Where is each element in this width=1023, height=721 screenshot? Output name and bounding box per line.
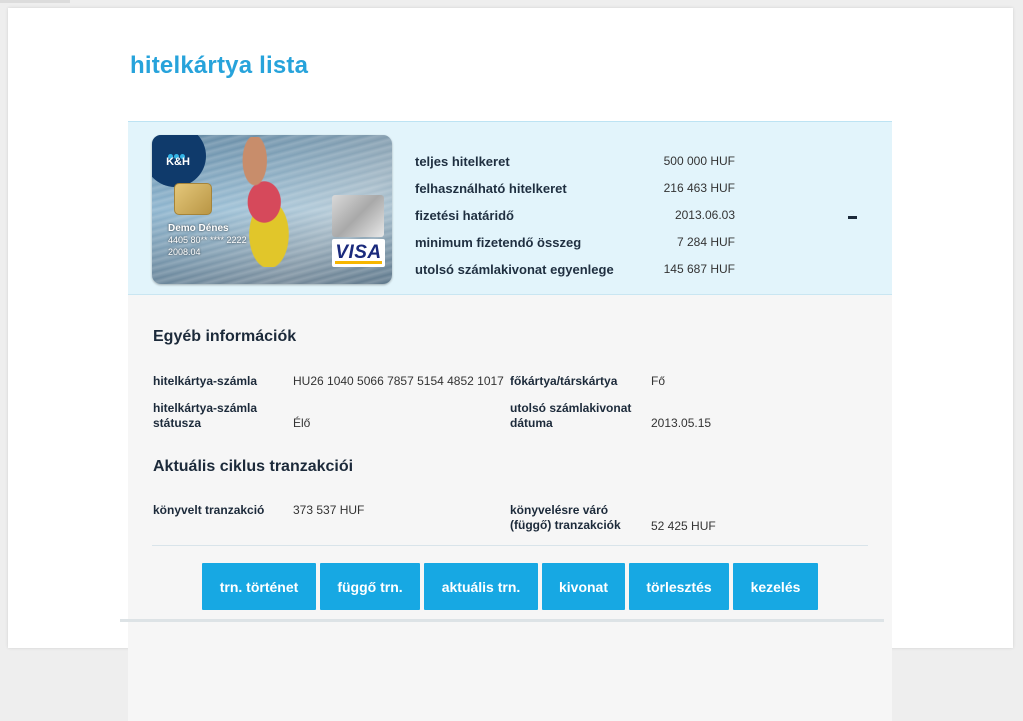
visa-logo-text: VISA (335, 242, 382, 263)
pending-transactions-button[interactable]: függő trn. (320, 563, 420, 610)
statement-date-label-line1: utolsó számlakivonat (510, 401, 632, 415)
repayment-button[interactable]: törlesztés (629, 563, 729, 610)
manage-button[interactable]: kezelés (733, 563, 818, 610)
account-label: hitelkártya-számla (153, 374, 258, 388)
summary-label: minimum fizetendő összeg (415, 235, 582, 250)
pending-transactions-label-line2: (függő) tranzakciók (510, 518, 621, 532)
summary-row-available-limit: felhasználható hitelkeret 216 463 HUF (415, 181, 815, 201)
bank-logo-text: K&H (166, 156, 190, 168)
bank-logo-dots (168, 146, 188, 159)
statement-date-label: utolsó számlakivonat dátuma (510, 401, 631, 431)
account-value: HU26 1040 5066 7857 5154 4852 1017 (293, 374, 504, 388)
summary-row-total-limit: teljes hitelkeret 500 000 HUF (415, 154, 815, 174)
pending-transactions-label-line1: könyvelésre váró (510, 503, 609, 517)
card-chip-icon (174, 183, 212, 215)
other-info-title: Egyéb információk (153, 328, 297, 345)
statement-date-label-line2: dátuma (510, 416, 553, 430)
statement-date-value: 2013.05.15 (651, 416, 712, 430)
page-title: hitelkártya lista (130, 52, 309, 79)
summary-label: fizetési határidő (415, 208, 514, 223)
card-type-label: főkártya/társkártya (510, 374, 618, 388)
card-type-value: Fő (651, 374, 666, 388)
pending-transactions-label: könyvelésre váró (függő) tranzakciók (510, 503, 621, 533)
current-transactions-button[interactable]: aktuális trn. (424, 563, 538, 610)
summary-value: 145 687 HUF (663, 262, 735, 276)
summary-value: 7 284 HUF (676, 235, 735, 249)
summary-label: felhasználható hitelkeret (415, 181, 567, 196)
visa-logo: VISA (332, 239, 385, 267)
summary-value: 216 463 HUF (663, 181, 735, 195)
account-status-label-line2: státusza (153, 416, 202, 430)
account-status-value: Élő (293, 416, 311, 430)
section-divider (152, 545, 868, 546)
summary-row-minimum-payment: minimum fizetendő összeg 7 284 HUF (415, 235, 815, 255)
summary-value: 500 000 HUF (663, 154, 735, 168)
card-number: 4405 80** **** 2222 (168, 235, 247, 245)
summary-label: teljes hitelkeret (415, 154, 510, 169)
top-bar-fragment (0, 0, 70, 3)
transaction-history-button[interactable]: trn. történet (202, 563, 316, 610)
card-expiry: 2008.04 (168, 247, 201, 257)
statement-button[interactable]: kivonat (542, 563, 625, 610)
card-summary: K&H Demo Dénes 4405 80** **** 2222 2008.… (128, 121, 892, 295)
cycle-transactions-title: Aktuális ciklus tranzakciói (153, 458, 354, 475)
panel-bottom-edge (120, 619, 884, 622)
summary-value: 2013.06.03 (674, 208, 735, 222)
credit-card-image: K&H Demo Dénes 4405 80** **** 2222 2008.… (152, 135, 392, 284)
account-status-label: hitelkártya-számla státusza (153, 401, 257, 431)
collapse-button[interactable] (840, 206, 864, 226)
summary-label: utolsó számlakivonat egyenlege (415, 262, 614, 277)
card-holder-name: Demo Dénes (168, 223, 229, 234)
summary-row-statement-balance: utolsó számlakivonat egyenlege 145 687 H… (415, 262, 815, 282)
content-page: hitelkártya lista K&H Demo Dénes 4405 80… (8, 8, 1013, 721)
account-status-label-line1: hitelkártya-számla (153, 401, 258, 415)
summary-row-due-date: fizetési határidő 2013.06.03 (415, 208, 815, 228)
hologram-icon (332, 195, 384, 237)
pending-transactions-value: 52 425 HUF (651, 519, 716, 533)
booked-transactions-label: könyvelt tranzakció (153, 503, 265, 517)
credit-card-panel: K&H Demo Dénes 4405 80** **** 2222 2008.… (128, 121, 892, 721)
booked-transactions-value: 373 537 HUF (293, 503, 365, 517)
card-photo-figure (212, 137, 307, 267)
